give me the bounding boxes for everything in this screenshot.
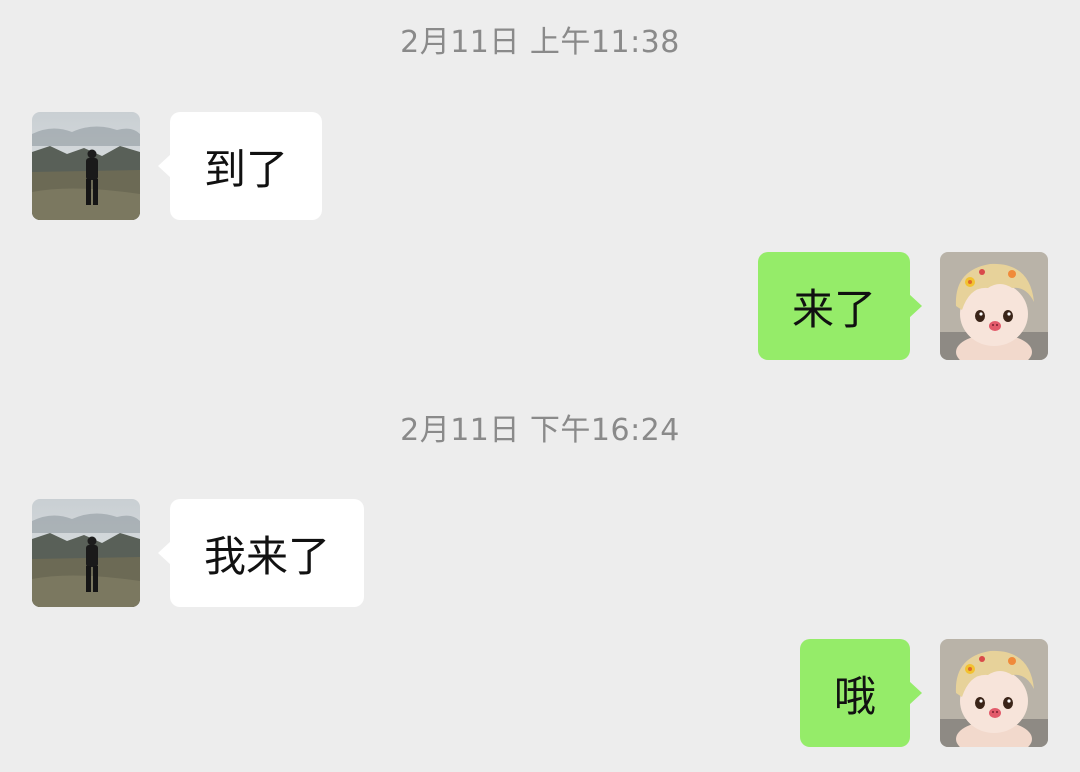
outgoing-message-bubble[interactable]: 哦 (799, 639, 922, 747)
landscape-person-avatar-icon (32, 499, 140, 607)
bubble-tail (909, 681, 922, 705)
contact-avatar[interactable] (32, 499, 140, 607)
outgoing-message-bubble[interactable]: 来了 (757, 252, 922, 360)
message-row: 哦 (0, 639, 1080, 747)
message-text: 哦 (833, 671, 876, 721)
contact-avatar[interactable] (32, 112, 140, 220)
message-text: 来了 (791, 284, 876, 334)
message-row: 我来了 (0, 499, 1080, 607)
my-avatar[interactable] (940, 639, 1048, 747)
my-avatar[interactable] (940, 252, 1048, 360)
message-row: 到了 (0, 112, 1080, 220)
chat-window[interactable]: 2月11日 上午11:38 到了 来了 2月11日 下午16:24 我来了 哦 (0, 0, 1080, 772)
bubble-tail (158, 154, 171, 178)
doll-avatar-icon (940, 639, 1048, 747)
bubble-tail (158, 541, 171, 565)
timestamp: 2月11日 下午16:24 (400, 413, 680, 448)
bubble-tail (909, 294, 922, 318)
doll-avatar-icon (940, 252, 1048, 360)
timestamp: 2月11日 上午11:38 (400, 25, 680, 60)
incoming-message-bubble[interactable]: 到了 (158, 112, 323, 220)
message-row: 来了 (0, 252, 1080, 360)
message-text: 我来了 (204, 531, 331, 581)
incoming-message-bubble[interactable]: 我来了 (158, 499, 365, 607)
landscape-person-avatar-icon (32, 112, 140, 220)
message-text: 到了 (204, 144, 289, 194)
